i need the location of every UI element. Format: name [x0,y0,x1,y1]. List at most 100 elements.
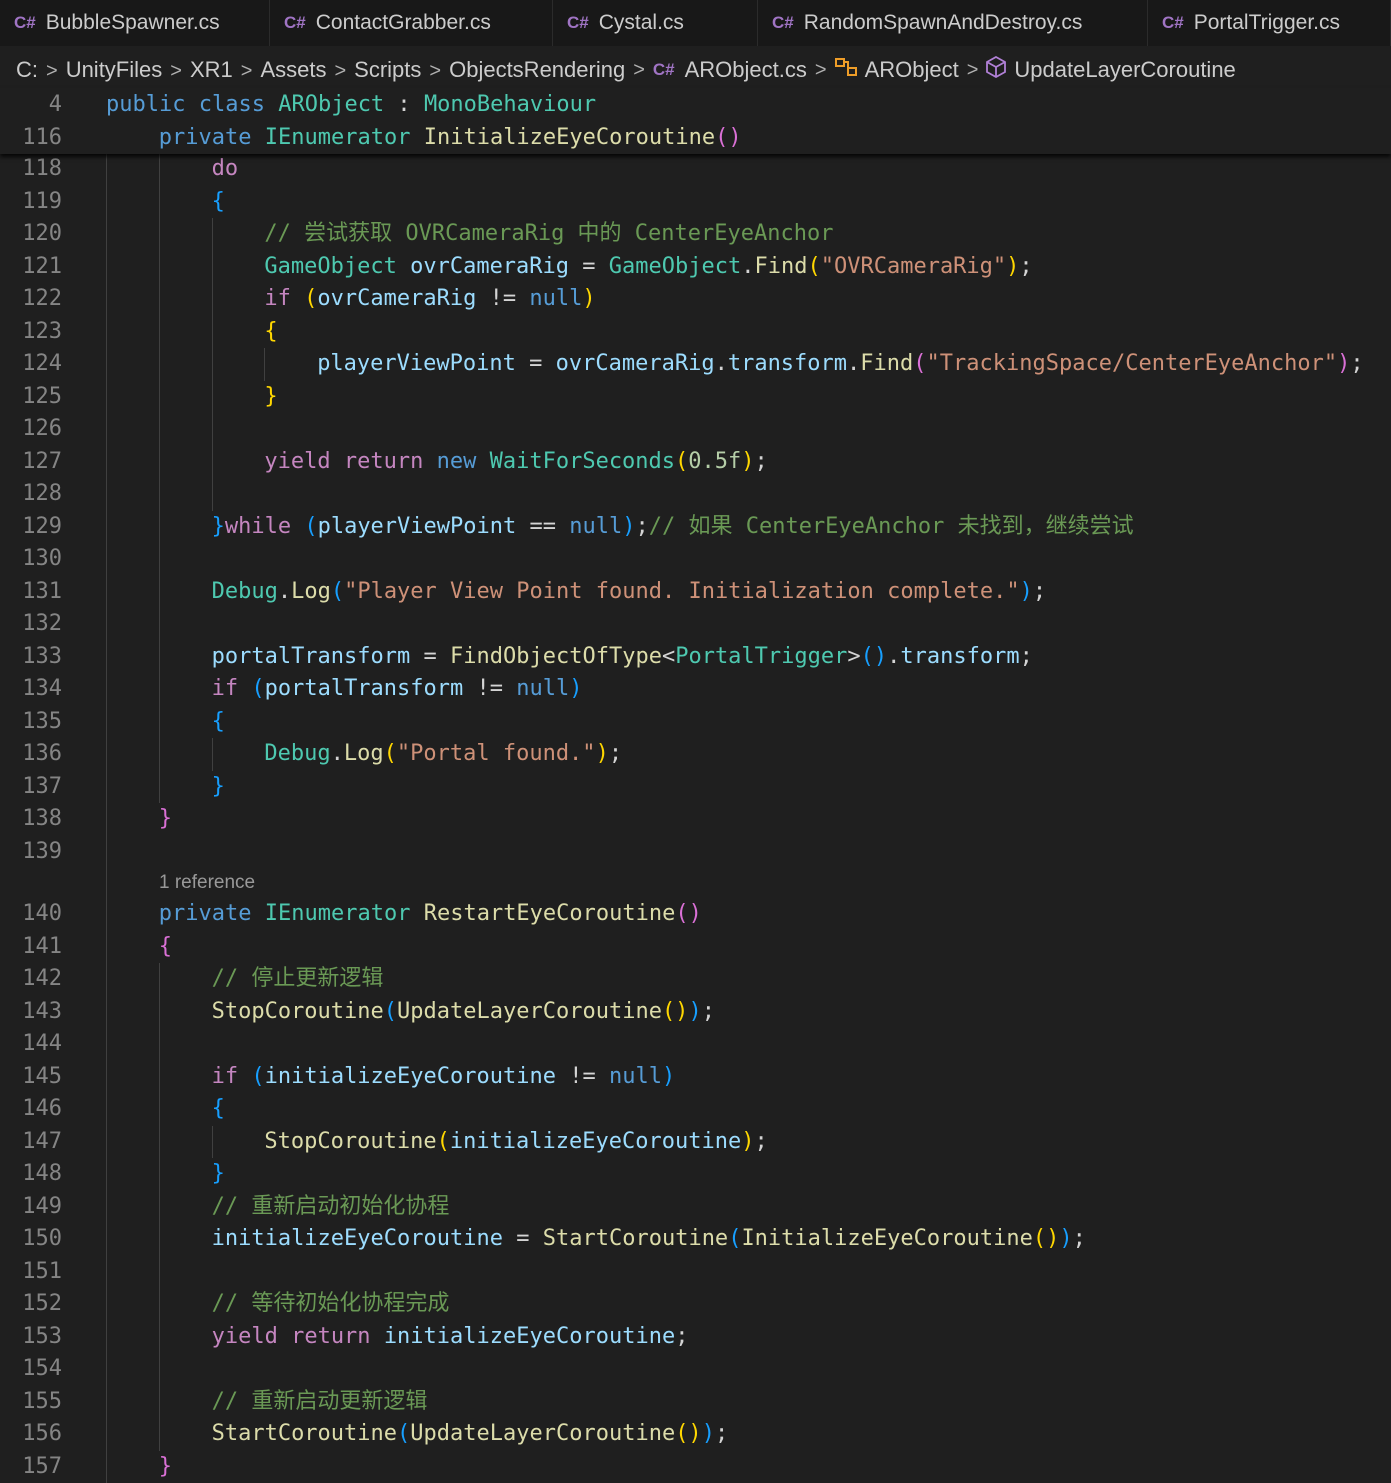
editor-tab[interactable]: C#ContactGrabber.cs [270,0,553,46]
code-line[interactable]: 154 [0,1353,1391,1386]
code-line[interactable]: 119{ [0,186,1391,219]
code-line[interactable]: 123{ [0,316,1391,349]
code-token: ( [675,449,688,474]
code-line[interactable]: 134if (portalTransform != null) [0,673,1391,706]
code-line[interactable]: 131Debug.Log("Player View Point found. I… [0,576,1391,609]
code-line[interactable]: 150initializeEyeCoroutine = StartCorouti… [0,1223,1391,1256]
code-token: ) [569,676,582,701]
line-number: 151 [0,1256,62,1289]
code-line[interactable]: 155// 重新启动更新逻辑 [0,1386,1391,1419]
code-line[interactable]: 138} [0,803,1391,836]
indent-guide [106,1223,107,1256]
code-line[interactable]: 120// 尝试获取 OVRCameraRig 中的 CenterEyeAnch… [0,218,1391,251]
editor-tab[interactable]: C#BubbleSpawner.cs [0,0,270,46]
code-line[interactable]: 143StopCoroutine(UpdateLayerCoroutine())… [0,996,1391,1029]
indent-guide [212,218,213,251]
editor-tab-label: BubbleSpawner.cs [46,11,220,35]
code-text: } [159,1451,172,1483]
breadcrumb-folder[interactable]: UnityFiles [66,57,163,82]
code-token: null [609,1064,662,1089]
indent-guide [106,1418,107,1451]
code-line[interactable]: 126 [0,413,1391,446]
line-number: 147 [0,1126,62,1159]
code-token: != [556,1064,609,1089]
breadcrumb-folder[interactable]: Assets [260,57,326,82]
code-token: () [662,999,689,1024]
breadcrumb-class[interactable]: ARObject [865,57,959,83]
code-token [331,449,344,474]
line-number: 157 [0,1451,62,1483]
code-line[interactable]: 116private IEnumerator InitializeEyeCoro… [0,121,1391,154]
code-line[interactable]: 151 [0,1256,1391,1289]
code-text: { [212,706,225,739]
breadcrumb-folder[interactable]: ObjectsRendering [449,57,625,82]
code-line[interactable]: 139 [0,836,1391,869]
code-line[interactable]: 133portalTransform = FindObjectOfType<Po… [0,641,1391,674]
indent-guide [106,673,107,706]
code-line[interactable]: 157} [0,1451,1391,1483]
indent-guide [212,251,213,284]
code-line[interactable]: 127yield return new WaitForSeconds(0.5f)… [0,446,1391,479]
line-number: 122 [0,283,62,316]
code-line[interactable]: 156StartCoroutine(UpdateLayerCoroutine()… [0,1418,1391,1451]
code-token: StartCoroutine [212,1421,397,1446]
code-line[interactable]: 149// 重新启动初始化协程 [0,1191,1391,1224]
breadcrumb-file[interactable]: ARObject.cs [685,57,807,83]
code-line[interactable]: 125} [0,381,1391,414]
code-editor[interactable]: 118do119{120// 尝试获取 OVRCameraRig 中的 Cent… [0,153,1391,1483]
code-line[interactable]: 128 [0,478,1391,511]
code-line[interactable]: 146{ [0,1093,1391,1126]
code-line[interactable]: 136Debug.Log("Portal found."); [0,738,1391,771]
codelens-label[interactable]: 1 reference [159,868,255,898]
code-line[interactable]: 153yield return initializeEyeCoroutine; [0,1321,1391,1354]
code-line[interactable]: 129}while (playerViewPoint == null);// 如… [0,511,1391,544]
code-text: if (portalTransform != null) [212,673,583,706]
code-token: = [410,644,450,669]
code-line[interactable]: 144 [0,1028,1391,1061]
indent-guide [106,1288,107,1321]
code-line[interactable]: 124playerViewPoint = ovrCameraRig.transf… [0,348,1391,381]
code-token [476,449,489,474]
indent-guide [106,316,107,349]
code-token: ovrCameraRig [317,286,476,311]
code-token: "Player View Point found. Initialization… [344,579,1020,604]
indent-guide [159,478,160,511]
code-line[interactable]: 137} [0,771,1391,804]
codelens-reference-count[interactable]: 1 reference [0,868,1391,898]
indent-guide [159,511,160,544]
code-token: > [847,644,860,669]
code-line[interactable]: 135{ [0,706,1391,739]
code-line[interactable]: 118do [0,153,1391,186]
indent-guide [159,316,160,349]
indent-guide [106,803,107,836]
editor-tab[interactable]: C#RandomSpawnAndDestroy.cs [758,0,1148,46]
code-token: // 重新启动更新逻辑 [212,1389,428,1414]
indent-guide [106,186,107,219]
code-line[interactable]: 122if (ovrCameraRig != null) [0,283,1391,316]
code-token: UpdateLayerCoroutine [397,999,662,1024]
code-line[interactable]: 152// 等待初始化协程完成 [0,1288,1391,1321]
code-line[interactable]: 4public class ARObject : MonoBehaviour [0,88,1391,121]
indent-guide [159,1386,160,1419]
indent-guide [106,381,107,414]
editor-tab[interactable]: C#PortalTrigger.cs [1148,0,1391,46]
code-token: "OVRCameraRig" [821,254,1006,279]
code-line[interactable]: 121GameObject ovrCameraRig = GameObject.… [0,251,1391,284]
code-text: } [212,1158,225,1191]
indent-guide [159,1093,160,1126]
code-line[interactable]: 147StopCoroutine(initializeEyeCoroutine)… [0,1126,1391,1159]
code-line[interactable]: 132 [0,608,1391,641]
sticky-scroll-header[interactable]: 4public class ARObject : MonoBehaviour11… [0,88,1391,154]
code-line[interactable]: 130 [0,543,1391,576]
editor-tab[interactable]: C#Cystal.cs [553,0,758,46]
code-line[interactable]: 145if (initializeEyeCoroutine != null) [0,1061,1391,1094]
code-token: StopCoroutine [264,1129,436,1154]
code-line[interactable]: 140private IEnumerator RestartEyeCorouti… [0,898,1391,931]
code-line[interactable]: 142// 停止更新逻辑 [0,963,1391,996]
breadcrumb-drive[interactable]: C: [16,57,38,83]
breadcrumb-member[interactable]: UpdateLayerCoroutine [1014,57,1235,83]
breadcrumb-folder[interactable]: XR1 [190,57,233,82]
breadcrumb-folder[interactable]: Scripts [354,57,421,82]
code-line[interactable]: 148} [0,1158,1391,1191]
code-line[interactable]: 141{ [0,931,1391,964]
